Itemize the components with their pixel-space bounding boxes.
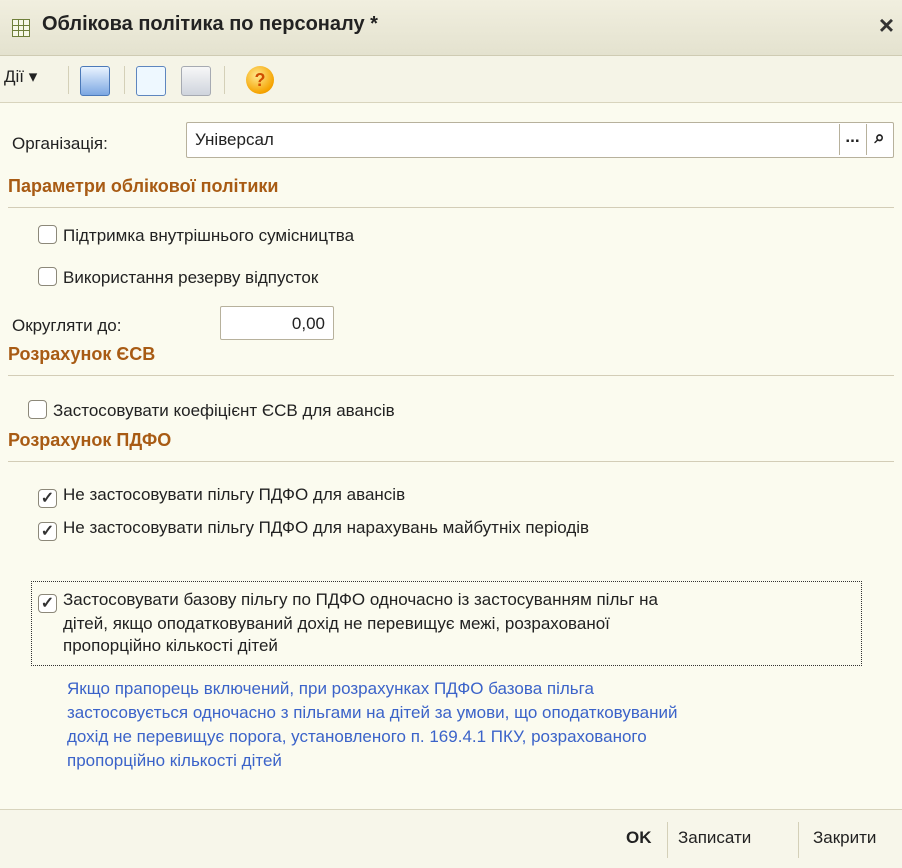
document-icon[interactable] [181, 66, 211, 96]
help-line-3: дохід не перевищує порога, установленого… [67, 727, 647, 746]
checkbox-label: Не застосовувати пільгу ПДФО для нарахув… [63, 518, 590, 537]
ok-button[interactable]: OK [626, 828, 652, 848]
search-icon[interactable]: ⌕ [866, 124, 892, 155]
toolbar-separator [68, 66, 69, 94]
help-icon[interactable]: ? [246, 66, 274, 94]
select-button[interactable]: ... [839, 124, 865, 155]
organization-value: Універсал [195, 130, 274, 149]
section-title: Розрахунок ПДФО [8, 430, 172, 450]
help-line-1: Якщо прапорець включений, при розрахунка… [67, 679, 594, 698]
toolbar-separator [224, 66, 225, 94]
checked-icon[interactable]: ✓ [38, 522, 57, 541]
close-icon[interactable]: × [879, 10, 894, 41]
help-line-4: пропорційно кількості дітей [67, 751, 282, 770]
checkbox-box[interactable] [28, 400, 47, 419]
checkbox-label: Застосовувати коефіцієнт ЄСВ для авансів [53, 401, 395, 420]
internal-part-time-checkbox[interactable]: Підтримка внутрішнього сумісництва [38, 225, 354, 246]
checkbox-label: Підтримка внутрішнього сумісництва [63, 226, 355, 245]
form-content: Організація: Універсал ... ⌕ Параметри о… [0, 104, 902, 809]
checkbox-label: Використання резерву відпусток [63, 268, 319, 287]
toolbar: Дії ▾ ? [0, 56, 902, 103]
close-button[interactable]: Закрити [813, 828, 876, 848]
footer-separator [667, 822, 668, 858]
checkbox-label-line-2: дітей, якщо оподатковуваний дохід не пер… [63, 614, 610, 633]
organization-label: Організація: [12, 134, 108, 153]
checkbox-label: Не застосовувати пільгу ПДФО для авансів [63, 485, 406, 504]
base-benefit-checkbox[interactable]: ✓ Застосовувати базову пільгу по ПДФО одн… [38, 589, 658, 657]
accounting-policy-section: Параметри облікової політики [8, 176, 894, 208]
checkbox-label-line-3: пропорційно кількості дітей [63, 636, 278, 655]
pdfo-section: Розрахунок ПДФО [8, 430, 894, 462]
dialog-footer: OK Записати Закрити [0, 809, 902, 868]
section-title: Параметри облікової політики [8, 176, 279, 196]
no-benefit-future-checkbox[interactable]: ✓ Не застосовувати пільгу ПДФО для нараху… [38, 518, 589, 541]
section-title: Розрахунок ЄСВ [8, 344, 156, 364]
refresh-icon[interactable] [136, 66, 166, 96]
dialog-window: Облікова політика по персоналу * × Дії ▾… [0, 0, 902, 868]
organization-field[interactable]: Універсал ... ⌕ [186, 122, 894, 158]
actions-menu[interactable]: Дії ▾ [4, 67, 37, 87]
checkbox-box[interactable] [38, 225, 57, 244]
rounding-input[interactable]: 0,00 [220, 306, 334, 340]
toolbar-separator [124, 66, 125, 94]
vacation-reserve-checkbox[interactable]: Використання резерву відпусток [38, 267, 318, 288]
export-icon[interactable] [80, 66, 110, 96]
window-title: Облікова політика по персоналу * [42, 13, 378, 35]
rounding-label: Округляти до: [12, 316, 122, 335]
help-line-2: застосовується одночасно з пільгами на д… [67, 703, 678, 722]
footer-separator [798, 822, 799, 858]
table-icon [12, 19, 30, 37]
checkbox-box[interactable] [38, 267, 57, 286]
checked-icon[interactable]: ✓ [38, 594, 57, 613]
esv-section: Розрахунок ЄСВ [8, 344, 894, 376]
checked-icon[interactable]: ✓ [38, 489, 57, 508]
esv-coefficient-checkbox[interactable]: Застосовувати коефіцієнт ЄСВ для авансів [28, 400, 395, 421]
title-bar: Облікова політика по персоналу * × [0, 0, 902, 56]
rounding-value: 0,00 [291, 314, 325, 333]
help-description: Якщо прапорець включений, при розрахунка… [67, 677, 877, 773]
save-button[interactable]: Записати [678, 828, 751, 848]
no-benefit-advances-checkbox[interactable]: ✓ Не застосовувати пільгу ПДФО для авансі… [38, 485, 405, 508]
checkbox-label-line-1: Застосовувати базову пільгу по ПДФО одно… [63, 590, 658, 609]
